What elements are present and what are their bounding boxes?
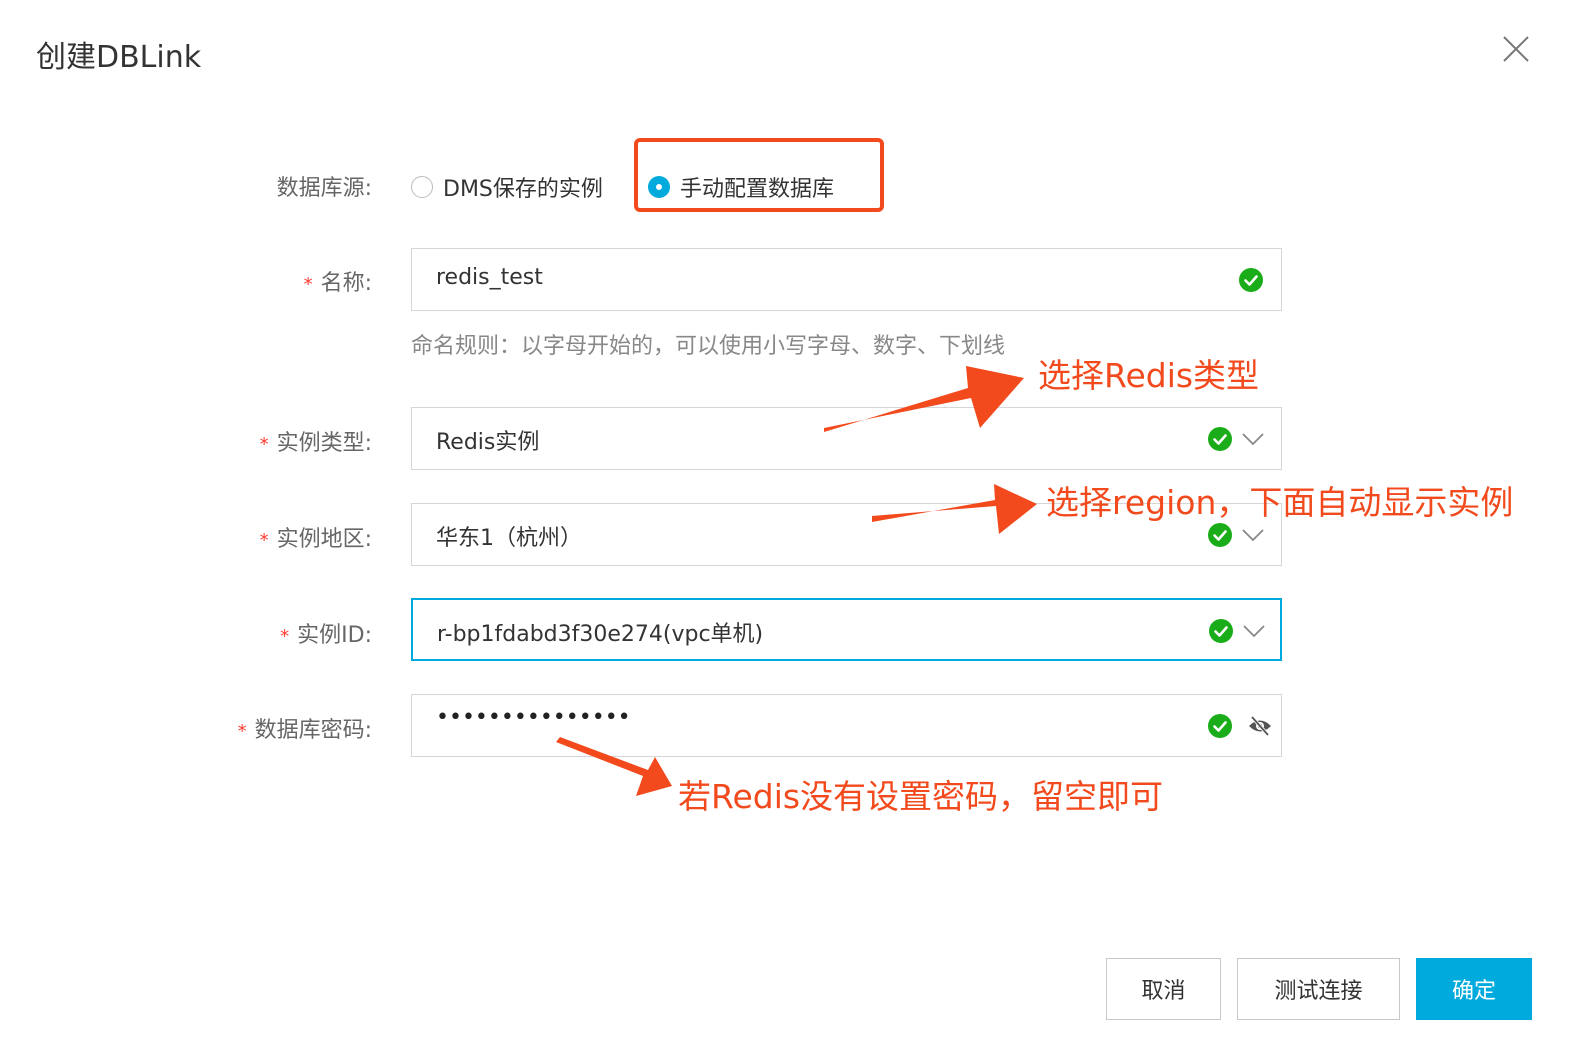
chevron-down-icon[interactable]	[1241, 525, 1265, 545]
db-password-value[interactable]: •••••••••••••••	[436, 705, 631, 730]
radio-circle[interactable]	[411, 176, 433, 198]
check-circle-icon	[1209, 619, 1233, 643]
dialog-title: 创建DBLink	[36, 40, 202, 75]
cancel-button[interactable]: 取消	[1106, 958, 1221, 1020]
radio-circle-selected[interactable]	[648, 176, 670, 198]
db-password-label: * 数据库密码:	[237, 718, 372, 743]
name-input[interactable]: redis_test	[411, 248, 1282, 311]
instance-id-value: r-bp1fdabd3f30e274(vpc单机)	[437, 622, 764, 647]
check-circle-icon	[1208, 427, 1232, 451]
close-icon[interactable]	[1500, 33, 1532, 65]
required-marker: *	[280, 626, 290, 647]
name-rule-hint: 命名规则：以字母开始的，可以使用小写字母、数字、下划线	[411, 334, 1006, 359]
annotation-password: 若Redis没有设置密码，留空即可	[678, 777, 1164, 816]
check-circle-icon	[1208, 523, 1232, 547]
confirm-button[interactable]: 确定	[1416, 958, 1532, 1020]
instance-type-select[interactable]: Redis实例	[411, 407, 1282, 470]
check-circle-icon	[1239, 268, 1263, 292]
chevron-down-icon[interactable]	[1241, 429, 1265, 449]
test-connection-button[interactable]: 测试连接	[1237, 958, 1400, 1020]
radio-manual-config[interactable]: 手动配置数据库	[648, 171, 834, 203]
instance-region-value: 华东1（杭州）	[436, 526, 582, 551]
radio-dms-instance-label: DMS保存的实例	[443, 177, 603, 202]
instance-id-select[interactable]: r-bp1fdabd3f30e274(vpc单机)	[411, 598, 1282, 661]
name-input-value[interactable]: redis_test	[436, 265, 543, 290]
name-label: * 名称:	[303, 271, 372, 296]
radio-dms-instance[interactable]: DMS保存的实例	[411, 171, 603, 203]
db-password-input[interactable]: •••••••••••••••	[411, 694, 1282, 757]
check-circle-icon	[1208, 714, 1232, 738]
required-marker: *	[259, 434, 269, 455]
db-source-label: 数据库源:	[276, 176, 372, 201]
required-marker: *	[303, 274, 313, 295]
instance-region-label: * 实例地区:	[259, 527, 372, 552]
required-marker: *	[237, 721, 247, 742]
instance-type-label: * 实例类型:	[259, 431, 372, 456]
radio-manual-config-label: 手动配置数据库	[680, 177, 835, 202]
required-marker: *	[259, 530, 269, 551]
eye-off-icon[interactable]	[1247, 714, 1273, 738]
instance-type-value: Redis实例	[436, 430, 540, 455]
instance-region-select[interactable]: 华东1（杭州）	[411, 503, 1282, 566]
instance-id-label: * 实例ID:	[280, 623, 372, 648]
chevron-down-icon[interactable]	[1242, 621, 1266, 641]
annotation-type: 选择Redis类型	[1038, 356, 1260, 395]
